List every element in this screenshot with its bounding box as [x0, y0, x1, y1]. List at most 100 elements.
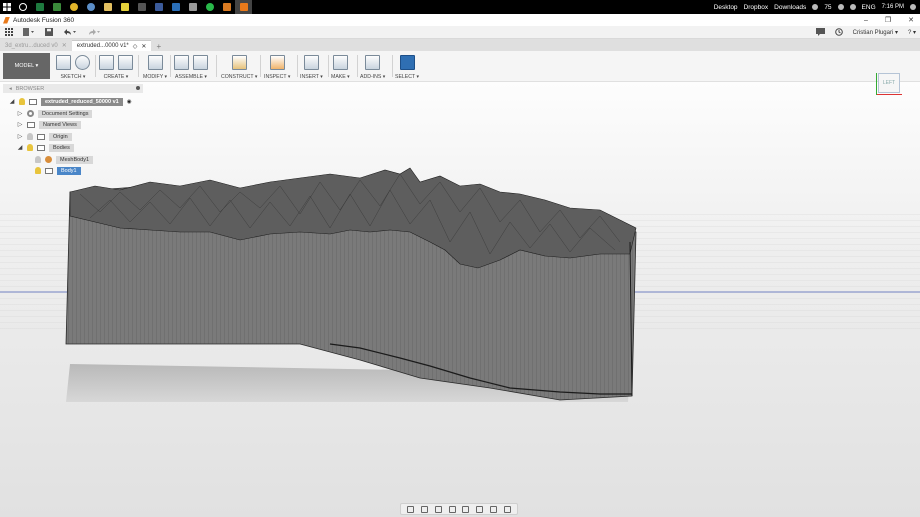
browser-icon[interactable] — [82, 0, 99, 14]
vlc-icon[interactable] — [218, 0, 235, 14]
modify-group[interactable]: MODIFY ▾ — [143, 53, 167, 81]
make-group[interactable]: MAKE ▾ — [331, 53, 350, 81]
maximize-button[interactable]: ❐ — [885, 16, 891, 24]
look-at-icon[interactable] — [421, 505, 429, 513]
expand-triangle-icon[interactable]: ▷ — [17, 121, 23, 128]
display-settings-icon[interactable] — [476, 505, 484, 513]
cortana-icon[interactable] — [14, 0, 31, 14]
fusion360-taskbar-icon[interactable] — [235, 0, 252, 14]
file-menu-icon[interactable] — [18, 26, 40, 39]
select-cursor-icon[interactable] — [399, 54, 415, 70]
data-panel-grid-icon[interactable] — [0, 26, 18, 39]
job-status-icon[interactable] — [815, 27, 825, 38]
construct-group[interactable]: CONSTRUCT ▾ — [221, 53, 258, 81]
add-ins-menu[interactable]: ADD-INS ▾ — [360, 74, 385, 80]
create-group[interactable]: CREATE ▾ — [99, 53, 133, 81]
orbit-icon[interactable] — [407, 505, 415, 513]
close-button[interactable]: ✕ — [908, 16, 914, 24]
visibility-bulb-icon[interactable] — [35, 156, 41, 163]
assemble-group[interactable]: ASSEMBLE ▾ — [174, 53, 208, 81]
scripts-icon[interactable] — [365, 54, 381, 70]
tab-document-2[interactable]: extruded...0000 v1* ◇ ✕ — [71, 40, 152, 51]
assemble-menu[interactable]: ASSEMBLE ▾ — [175, 74, 207, 80]
tray-desktop[interactable]: Desktop — [714, 4, 738, 11]
fit-icon[interactable] — [462, 505, 470, 513]
new-component-icon[interactable] — [174, 54, 189, 70]
visibility-bulb-icon[interactable] — [27, 133, 33, 140]
close-tab-icon[interactable]: ✕ — [62, 42, 67, 49]
modify-menu[interactable]: MODIFY ▾ — [143, 74, 167, 80]
line-icon[interactable] — [75, 54, 90, 70]
excel-icon[interactable] — [31, 0, 48, 14]
browser-item-origin[interactable]: ▷ Origin — [17, 132, 72, 141]
browser-root-item[interactable]: ◢ extruded_reduced_50000 v1 ◉ — [9, 97, 132, 106]
viewports-icon[interactable] — [503, 505, 511, 513]
browser-item-named-views[interactable]: ▷ Named Views — [17, 120, 81, 129]
settings-tab-icon[interactable]: ◇ — [133, 43, 138, 50]
expand-triangle-icon[interactable]: ▷ — [17, 110, 23, 117]
create-sketch-icon[interactable] — [56, 54, 71, 70]
browser-header[interactable]: ◂ BROWSER — [3, 84, 143, 93]
root-component-label[interactable]: extruded_reduced_50000 v1 — [41, 97, 123, 106]
pan-icon[interactable] — [434, 505, 442, 513]
collapse-triangle-icon[interactable]: ◢ — [17, 144, 23, 151]
close-tab-icon[interactable]: ✕ — [141, 43, 146, 50]
create-menu[interactable]: CREATE ▾ — [104, 74, 129, 80]
inspect-group[interactable]: INSPECT ▾ — [264, 53, 290, 81]
collapse-triangle-icon[interactable]: ◢ — [9, 98, 15, 105]
clock[interactable]: 7:16 PM — [882, 4, 904, 11]
sketch-menu[interactable]: SKETCH ▾ — [60, 74, 85, 80]
view-cube-face[interactable]: LEFT — [878, 73, 900, 93]
revolve-icon[interactable] — [118, 54, 133, 70]
wifi-icon[interactable] — [849, 4, 856, 10]
inspect-menu[interactable]: INSPECT ▾ — [264, 74, 290, 80]
grid-settings-icon[interactable] — [489, 505, 497, 513]
save-icon[interactable] — [40, 26, 58, 39]
app-icon[interactable] — [184, 0, 201, 14]
new-tab-button[interactable]: + — [151, 42, 166, 51]
insert-menu[interactable]: INSERT ▾ — [300, 74, 323, 80]
redo-icon[interactable] — [82, 26, 106, 39]
view-cube[interactable]: LEFT — [874, 65, 904, 95]
zoom-icon[interactable] — [448, 505, 456, 513]
notifications-icon[interactable] — [910, 4, 916, 10]
tray-app-icon[interactable] — [812, 4, 819, 10]
insert-group[interactable]: INSERT ▾ — [300, 53, 323, 81]
select-menu[interactable]: SELECT ▾ — [395, 74, 419, 80]
make-menu[interactable]: MAKE ▾ — [331, 74, 350, 80]
user-account-menu[interactable]: Cristian Plugari ▾ — [853, 29, 898, 36]
help-menu[interactable]: ? ▾ — [908, 29, 916, 36]
press-pull-icon[interactable] — [147, 54, 163, 70]
windows-start-icon[interactable] — [0, 0, 14, 14]
mail-icon[interactable] — [167, 0, 184, 14]
clock-history-icon[interactable] — [834, 27, 843, 38]
terminal-icon[interactable] — [133, 0, 150, 14]
volume-icon[interactable] — [837, 4, 844, 10]
joint-icon[interactable] — [193, 54, 208, 70]
tab-document-1[interactable]: 3d_extru...duced v0 ✕ — [0, 40, 72, 51]
tray-dropbox[interactable]: Dropbox — [744, 4, 769, 11]
visibility-bulb-icon[interactable] — [19, 98, 25, 105]
browser-item-document-settings[interactable]: ▷ Document Settings — [17, 109, 93, 118]
browser-item-body1[interactable]: Body1 — [35, 166, 81, 175]
construct-menu[interactable]: CONSTRUCT ▾ — [221, 74, 258, 80]
offset-plane-icon[interactable] — [231, 54, 247, 70]
browser-item-meshbody1[interactable]: MeshBody1 — [35, 155, 94, 164]
insert-image-icon[interactable] — [303, 54, 319, 70]
collapse-browser-icon[interactable]: ◂ — [9, 86, 12, 92]
extrude-icon[interactable] — [99, 54, 114, 70]
minimize-button[interactable]: – — [864, 17, 868, 24]
folder-icon[interactable] — [99, 0, 116, 14]
spotify-icon[interactable] — [201, 0, 218, 14]
language-indicator[interactable]: ENG — [862, 4, 876, 11]
3d-print-icon[interactable] — [332, 54, 348, 70]
activate-radio-icon[interactable]: ◉ — [127, 99, 132, 105]
facebook-icon[interactable] — [150, 0, 167, 14]
tray-downloads[interactable]: Downloads — [774, 4, 806, 11]
select-group[interactable]: SELECT ▾ — [395, 53, 419, 81]
sketch-group[interactable]: SKETCH ▾ — [56, 53, 90, 81]
undo-icon[interactable] — [58, 26, 82, 39]
browser-item-bodies[interactable]: ◢ Bodies — [17, 143, 74, 152]
chrome-icon[interactable] — [65, 0, 82, 14]
visibility-bulb-icon[interactable] — [27, 144, 33, 151]
